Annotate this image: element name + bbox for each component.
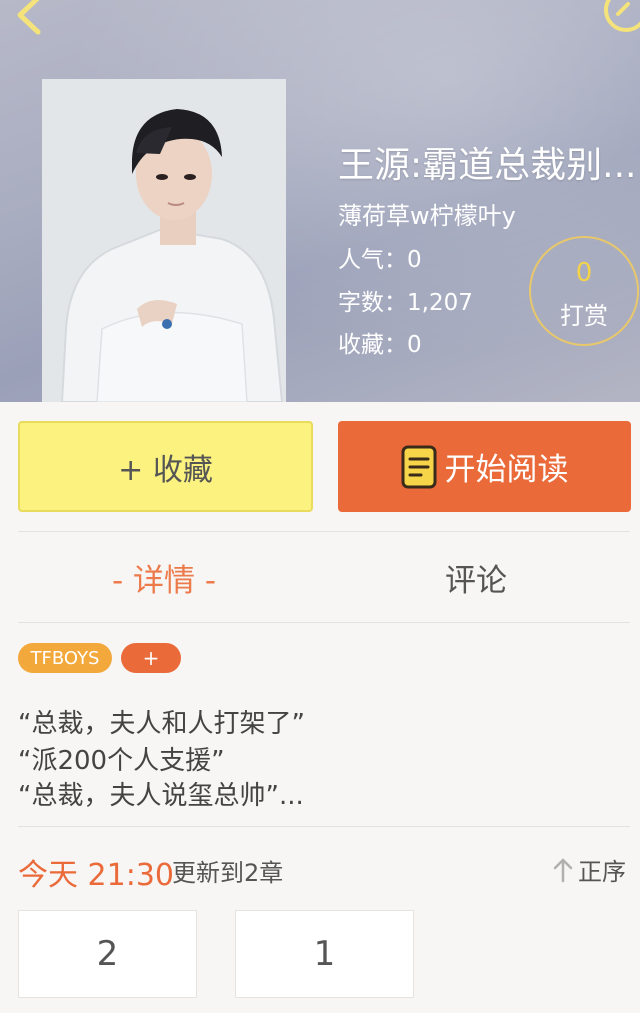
cover-image [42, 79, 286, 402]
update-time: 今天 21:30 [18, 858, 174, 893]
chevron-left-icon [17, 0, 41, 35]
divider [18, 531, 630, 532]
sort-order-button[interactable]: 正序 [552, 852, 626, 887]
book-author[interactable]: 薄荷草w柠檬叶y [338, 196, 516, 231]
sort-order-label: 正序 [578, 858, 626, 886]
book-title: 王源:霸道总裁别... [338, 145, 637, 186]
tab-detail[interactable]: - 详情 - [112, 555, 216, 600]
back-button[interactable] [4, 0, 48, 36]
tip-button[interactable]: 0 打赏 [529, 236, 639, 346]
refresh-icon [604, 0, 640, 32]
tag-tfboys[interactable]: TFBOYS [18, 643, 112, 673]
book-header: 王源:霸道总裁别... 薄荷草w柠檬叶y 人气：0 字数：1,207 收藏：0 … [0, 0, 640, 402]
description-line: “派200个人支援” [18, 746, 225, 776]
description-line: “总裁，夫人说玺总帅”... [18, 781, 304, 811]
add-tag-button[interactable]: + [121, 643, 181, 673]
arrow-up-icon [553, 858, 573, 882]
chapter-card[interactable]: 1 [235, 910, 414, 998]
divider [18, 826, 630, 827]
collect-button[interactable]: + 收藏 [18, 421, 313, 512]
refresh-button[interactable] [596, 0, 640, 36]
chapter-number: 1 [313, 934, 336, 974]
tip-label: 打赏 [560, 302, 608, 330]
chapter-number: 2 [96, 934, 119, 974]
tip-count: 0 [575, 258, 593, 288]
favorites-stat: 收藏：0 [338, 332, 422, 358]
chapter-card[interactable]: 2 [18, 910, 197, 998]
description-line: “总裁，夫人和人打架了” [18, 709, 305, 739]
collect-button-label: + 收藏 [118, 452, 213, 488]
divider [18, 622, 630, 623]
word-count-stat: 字数：1,207 [338, 290, 473, 316]
update-status: 更新到2章 [172, 859, 284, 887]
book-cover [42, 79, 286, 402]
tab-comment[interactable]: 评论 [445, 555, 507, 600]
popularity-stat: 人气：0 [338, 247, 422, 273]
start-reading-button[interactable]: 开始阅读 [338, 421, 631, 512]
start-reading-label: 开始阅读 [444, 452, 569, 488]
book-icon [401, 445, 436, 488]
